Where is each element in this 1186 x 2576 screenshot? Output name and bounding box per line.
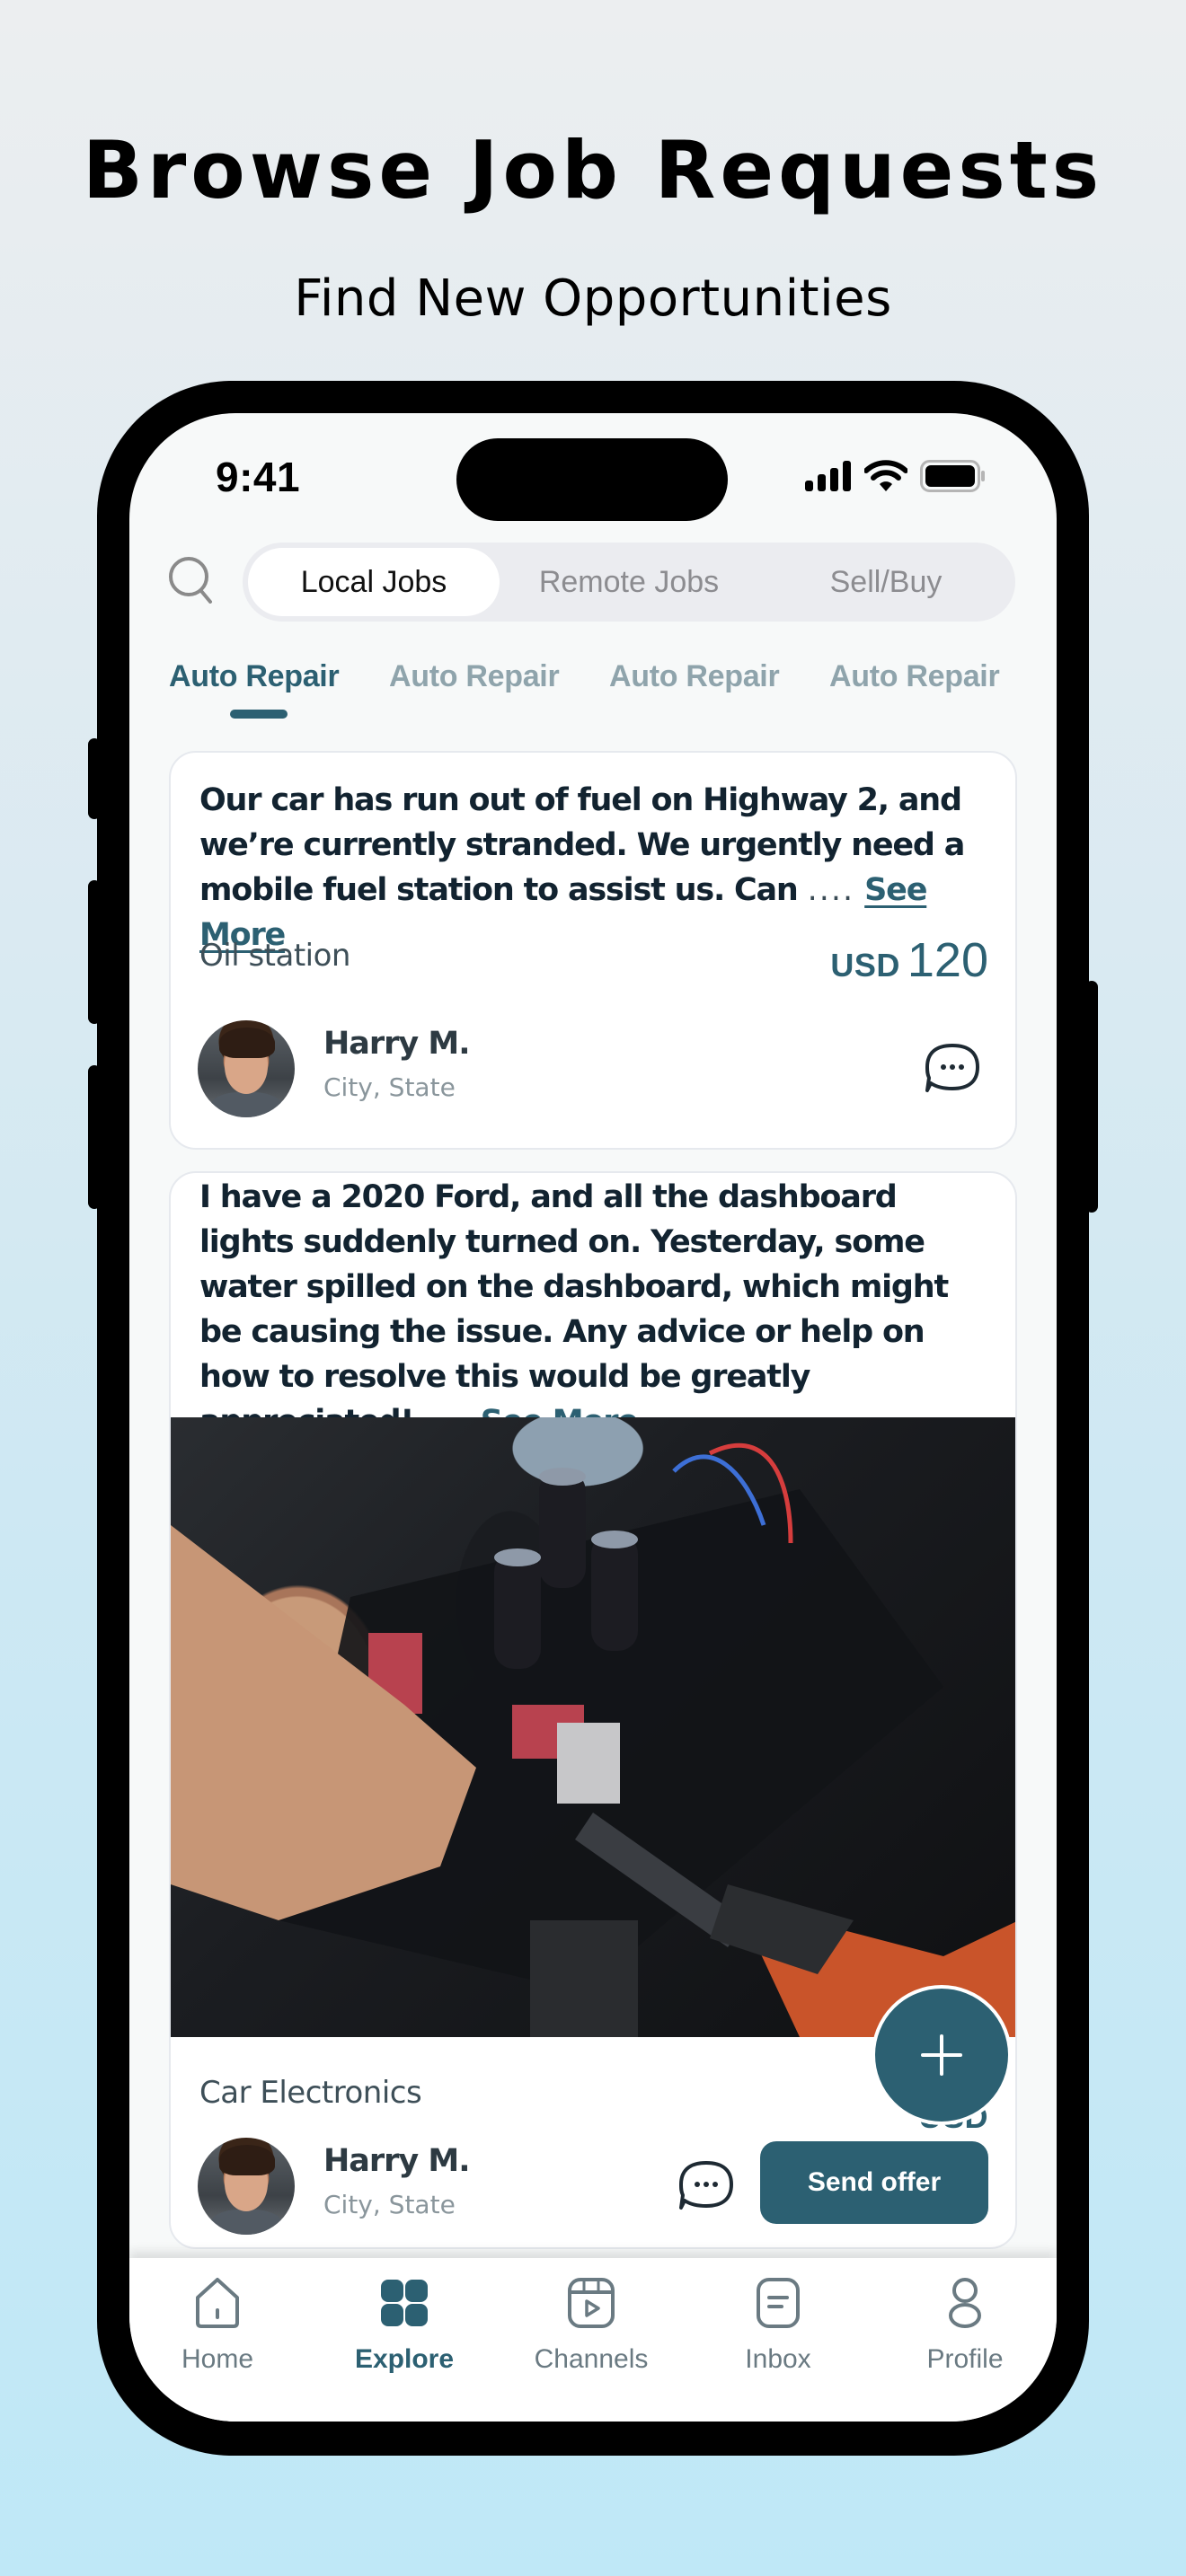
chat-bubble-icon[interactable] bbox=[924, 1042, 981, 1094]
nav-explore-label: Explore bbox=[354, 2344, 455, 2374]
chat-bubble-icon[interactable] bbox=[677, 2159, 735, 2211]
nav-explore[interactable]: Explore bbox=[332, 2274, 476, 2375]
phone-action-button bbox=[88, 738, 101, 819]
nav-home[interactable]: Home bbox=[146, 2274, 289, 2375]
category-tabs: Auto Repair Auto Repair Auto Repair Auto… bbox=[169, 659, 1031, 722]
price-currency: USD bbox=[830, 947, 900, 984]
cellular-signal-icon bbox=[805, 461, 851, 491]
dynamic-island bbox=[456, 438, 728, 521]
phone-volume-down-button bbox=[88, 1065, 101, 1209]
hero-subtitle: Find New Opportunities bbox=[294, 269, 892, 328]
user-avatar[interactable] bbox=[198, 1020, 295, 1117]
job-photo-circuit-repair[interactable] bbox=[171, 1417, 1015, 2037]
app-screen: 9:41 Local Jobs Remote Jobs Sell/Buy Aut… bbox=[129, 413, 1057, 2422]
job-description: Our car has run out of fuel on Highway 2… bbox=[199, 782, 965, 953]
hero-title: Browse Job Requests bbox=[82, 124, 1104, 216]
plus-icon bbox=[921, 2034, 962, 2076]
category-tab-3[interactable]: Auto Repair bbox=[609, 659, 780, 694]
category-tab-1[interactable]: Auto Repair bbox=[169, 659, 340, 694]
nav-channels-label: Channels bbox=[534, 2344, 649, 2374]
home-icon bbox=[196, 2278, 239, 2328]
battery-icon bbox=[920, 460, 985, 492]
segment-local-jobs[interactable]: Local Jobs bbox=[248, 548, 500, 616]
user-location: City, State bbox=[323, 1072, 456, 1102]
job-description: I have a 2020 Ford, and all the dashboar… bbox=[199, 1175, 988, 1444]
send-offer-button[interactable]: Send offer bbox=[760, 2141, 988, 2224]
active-tab-indicator bbox=[230, 710, 288, 719]
nav-inbox[interactable]: Inbox bbox=[706, 2274, 850, 2375]
user-name[interactable]: Harry M. bbox=[323, 2143, 471, 2179]
profile-icon bbox=[949, 2278, 981, 2328]
wifi-icon bbox=[864, 460, 907, 491]
nav-home-label: Home bbox=[181, 2344, 254, 2374]
category-tab-4[interactable]: Auto Repair bbox=[829, 659, 1000, 694]
explore-grid-icon bbox=[381, 2280, 428, 2326]
add-job-fab[interactable] bbox=[872, 1985, 1012, 2125]
nav-profile-label: Profile bbox=[926, 2344, 1004, 2374]
user-location: City, State bbox=[323, 2190, 456, 2219]
segment-sell-buy[interactable]: Sell/Buy bbox=[760, 548, 1012, 616]
job-price: USD 120 bbox=[830, 932, 988, 988]
job-category: Oil station bbox=[199, 938, 350, 974]
phone-power-button bbox=[1085, 981, 1098, 1213]
price-amount: 120 bbox=[907, 933, 988, 987]
circuit-board-illustration bbox=[171, 1442, 1015, 2037]
bottom-navigation: Home Explore Channels Inbox Profile bbox=[129, 2258, 1057, 2422]
category-tab-2[interactable]: Auto Repair bbox=[389, 659, 560, 694]
channels-play-icon bbox=[568, 2278, 615, 2328]
phone-volume-up-button bbox=[88, 880, 101, 1024]
nav-profile[interactable]: Profile bbox=[893, 2274, 1037, 2375]
search-icon[interactable] bbox=[167, 555, 217, 605]
nav-channels[interactable]: Channels bbox=[519, 2274, 663, 2375]
status-icons bbox=[805, 460, 987, 492]
inbox-icon bbox=[757, 2278, 800, 2328]
user-avatar[interactable] bbox=[198, 2138, 295, 2235]
job-category: Car Electronics bbox=[199, 2075, 422, 2111]
job-card[interactable]: Our car has run out of fuel on Highway 2… bbox=[169, 751, 1017, 1150]
job-type-segmented-control: Local Jobs Remote Jobs Sell/Buy bbox=[243, 543, 1015, 622]
segment-remote-jobs[interactable]: Remote Jobs bbox=[503, 548, 755, 616]
user-name[interactable]: Harry M. bbox=[323, 1026, 471, 1062]
ellipsis: .... bbox=[807, 872, 855, 908]
status-time: 9:41 bbox=[216, 454, 301, 500]
nav-inbox-label: Inbox bbox=[745, 2344, 811, 2374]
